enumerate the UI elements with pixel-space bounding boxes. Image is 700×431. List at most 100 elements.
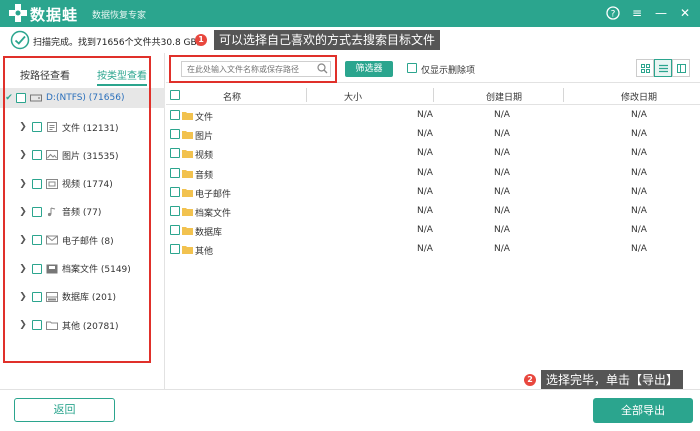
tree-item[interactable]: ❯ 其他 (20781) xyxy=(0,315,165,335)
col-size[interactable]: 大小 xyxy=(344,90,362,103)
export-all-button[interactable]: 全部导出 xyxy=(593,398,693,423)
row-modified: N/A xyxy=(631,167,647,178)
back-button[interactable]: 返回 xyxy=(14,398,115,422)
app-name: 数据蛙 xyxy=(30,6,79,24)
close-icon[interactable]: ✕ xyxy=(676,4,694,22)
row-name: 其他 xyxy=(195,247,214,258)
search-icon[interactable] xyxy=(317,63,328,74)
tip-search-hint: 可以选择自己喜欢的方式去搜索目标文件 xyxy=(214,30,441,50)
row-checkbox[interactable] xyxy=(170,186,180,197)
grid-view-icon[interactable] xyxy=(636,59,654,77)
tree-item[interactable]: ❯ 档案文件 (5149) xyxy=(0,259,165,279)
row-size: N/A xyxy=(417,110,433,120)
tree-item-checkbox[interactable] xyxy=(32,263,42,274)
tree-item[interactable]: ❯ 数据库 (201) xyxy=(0,287,165,307)
filter-button[interactable]: 筛选器 xyxy=(345,61,393,77)
row-name: 音频 xyxy=(195,170,214,181)
table-row[interactable]: 图片 N/A N/A N/A xyxy=(166,125,700,144)
view-mode-tabs: 按路径查看 按类型查看 xyxy=(0,57,165,86)
table-row[interactable]: 视频 N/A N/A N/A xyxy=(166,144,700,163)
chevron-right-icon[interactable]: ❯ xyxy=(18,150,28,160)
folder-icon xyxy=(182,208,193,216)
file-grid-header: 名称 大小 创建日期 修改日期 xyxy=(166,85,700,105)
folder-icon xyxy=(182,246,193,255)
row-size: N/A xyxy=(417,244,433,255)
tree-item-checkbox[interactable] xyxy=(32,320,42,331)
row-checkbox[interactable] xyxy=(170,244,180,255)
chevron-right-icon[interactable]: ❯ xyxy=(18,122,28,132)
row-checkbox[interactable] xyxy=(170,110,180,120)
row-checkbox[interactable] xyxy=(170,148,180,159)
row-modified: N/A xyxy=(631,148,647,159)
col-created[interactable]: 创建日期 xyxy=(486,90,522,103)
chevron-right-icon[interactable]: ❯ xyxy=(18,207,28,217)
deleted-only-checkbox[interactable] xyxy=(407,63,417,73)
tree-item-checkbox[interactable] xyxy=(32,206,42,217)
minimize-icon[interactable]: — xyxy=(652,4,670,22)
detail-view-icon[interactable] xyxy=(672,59,690,77)
row-modified: N/A xyxy=(631,225,647,236)
table-row[interactable]: 电子邮件 N/A N/A N/A xyxy=(166,183,700,202)
row-checkbox[interactable] xyxy=(170,167,180,178)
chevron-right-icon[interactable]: ❯ xyxy=(18,264,28,274)
image-icon xyxy=(46,150,58,161)
tip-export-hint: 选择完毕，单击【导出】 xyxy=(541,370,684,390)
col-separator xyxy=(433,88,434,102)
row-size: N/A xyxy=(417,167,433,178)
col-modified[interactable]: 修改日期 xyxy=(621,90,657,103)
folder-icon xyxy=(46,321,58,331)
tree-item-checkbox[interactable] xyxy=(32,291,42,302)
tree-item-checkbox[interactable] xyxy=(32,178,42,189)
table-row[interactable]: 数据库 N/A N/A N/A xyxy=(166,221,700,240)
deleted-only-label: 仅显示删除项 xyxy=(421,66,476,76)
drive-checkbox[interactable] xyxy=(16,93,26,103)
table-row[interactable]: 音频 N/A N/A N/A xyxy=(166,164,700,183)
chevron-right-icon[interactable]: ❯ xyxy=(18,292,28,302)
chevron-right-icon[interactable]: ❯ xyxy=(18,320,28,330)
col-separator xyxy=(306,88,307,102)
row-created: N/A xyxy=(494,167,510,178)
chevron-right-icon[interactable]: ❯ xyxy=(18,235,28,245)
table-row[interactable]: 档案文件 N/A N/A N/A xyxy=(166,202,700,221)
chevron-right-icon[interactable]: ❯ xyxy=(18,179,28,189)
row-name: 档案文件 xyxy=(195,209,232,219)
tree-item[interactable]: ❯ 图片 (31535) xyxy=(0,145,165,165)
tree-item-checkbox[interactable] xyxy=(32,235,42,246)
row-checkbox[interactable] xyxy=(170,206,180,216)
tab-by-path[interactable]: 按路径查看 xyxy=(20,67,70,82)
help-icon[interactable]: ? xyxy=(604,4,622,22)
drive-label: D:(NTFS) (71656) xyxy=(46,93,125,103)
tree-item-label: 档案文件 (5149) xyxy=(62,265,131,275)
row-created: N/A xyxy=(494,206,510,216)
tree-item-label: 其他 (20781) xyxy=(62,321,119,332)
row-created: N/A xyxy=(494,186,510,197)
checkmark-icon: ✔ xyxy=(5,93,13,103)
row-modified: N/A xyxy=(631,129,647,140)
row-checkbox[interactable] xyxy=(170,225,180,236)
table-row[interactable]: 其他 N/A N/A N/A xyxy=(166,240,700,259)
tab-by-type[interactable]: 按类型查看 xyxy=(97,67,147,86)
svg-text:?: ? xyxy=(611,9,616,19)
search-input[interactable] xyxy=(181,61,331,77)
tree-item-label: 数据库 (201) xyxy=(62,293,117,304)
list-view-icon[interactable] xyxy=(654,59,672,77)
row-modified: N/A xyxy=(631,206,647,216)
tree-item-checkbox[interactable] xyxy=(32,122,42,132)
row-checkbox[interactable] xyxy=(170,129,180,140)
tree-item[interactable]: ❯ 视频 (1774) xyxy=(0,174,165,194)
tree-item-label: 文件 (12131) xyxy=(62,123,119,134)
folder-icon xyxy=(182,131,193,140)
table-row[interactable]: 文件 N/A N/A N/A xyxy=(166,106,700,125)
row-name: 电子邮件 xyxy=(195,189,232,200)
tree-item[interactable]: ❯ 音频 (77) xyxy=(0,202,165,222)
tree-root-drive[interactable]: ✔ D:(NTFS) (71656) xyxy=(0,88,165,108)
select-all-checkbox[interactable] xyxy=(170,90,180,100)
scan-complete-check-icon xyxy=(10,30,30,50)
menu-icon[interactable]: ≡ xyxy=(628,4,646,22)
row-name: 图片 xyxy=(195,132,214,143)
tree-item[interactable]: ❯ 电子邮件 (8) xyxy=(0,230,165,250)
col-name[interactable]: 名称 xyxy=(223,90,241,103)
tree-item[interactable]: ❯ 文件 (12131) xyxy=(0,117,165,137)
tree-item-checkbox[interactable] xyxy=(32,150,42,161)
video-icon xyxy=(46,178,58,189)
